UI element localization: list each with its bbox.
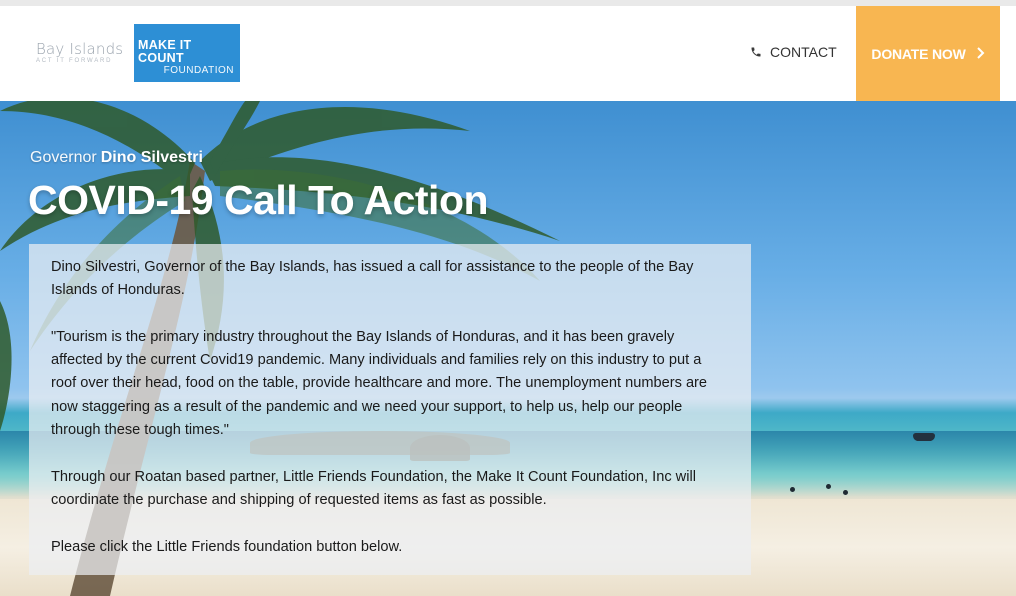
governor-prefix: Governor — [30, 149, 97, 166]
contact-label: CONTACT — [770, 44, 837, 60]
logo-group[interactable]: Bay Islands ACT IT FORWARD MAKE IT COUNT… — [36, 24, 240, 82]
intro-paragraph: Dino Silvestri, Governor of the Bay Isla… — [51, 259, 694, 299]
governor-line: Governor Dino Silvestri — [30, 149, 203, 167]
bay-islands-logo-text: Bay Islands — [36, 40, 124, 58]
make-it-count-logo-line2: FOUNDATION — [163, 65, 234, 76]
chevron-right-icon — [976, 46, 985, 62]
partner-paragraph: Through our Roatan based partner, Little… — [51, 468, 696, 508]
make-it-count-logo-line1: MAKE IT COUNT — [138, 38, 192, 65]
quote-paragraph: "Tourism is the primary industry through… — [51, 328, 708, 439]
site-header: Bay Islands ACT IT FORWARD MAKE IT COUNT… — [0, 6, 1016, 101]
instruction-paragraph: Please click the Little Friends foundati… — [51, 538, 403, 555]
donate-label: DONATE NOW — [871, 45, 966, 62]
bay-islands-logo[interactable]: Bay Islands ACT IT FORWARD — [36, 24, 126, 82]
make-it-count-logo[interactable]: MAKE IT COUNT FOUNDATION — [134, 24, 240, 82]
donate-now-button[interactable]: DONATE NOW — [856, 6, 1000, 101]
governor-name: Dino Silvestri — [100, 149, 203, 166]
bay-islands-logo-tagline: ACT IT FORWARD — [36, 58, 113, 64]
contact-link[interactable]: CONTACT — [750, 44, 837, 60]
page-title: COVID-19 Call To Action — [28, 177, 489, 223]
call-to-action-text-box: Dino Silvestri, Governor of the Bay Isla… — [29, 244, 751, 575]
phone-icon — [750, 46, 762, 58]
hero-section: Governor Dino Silvestri COVID-19 Call To … — [0, 101, 1016, 596]
